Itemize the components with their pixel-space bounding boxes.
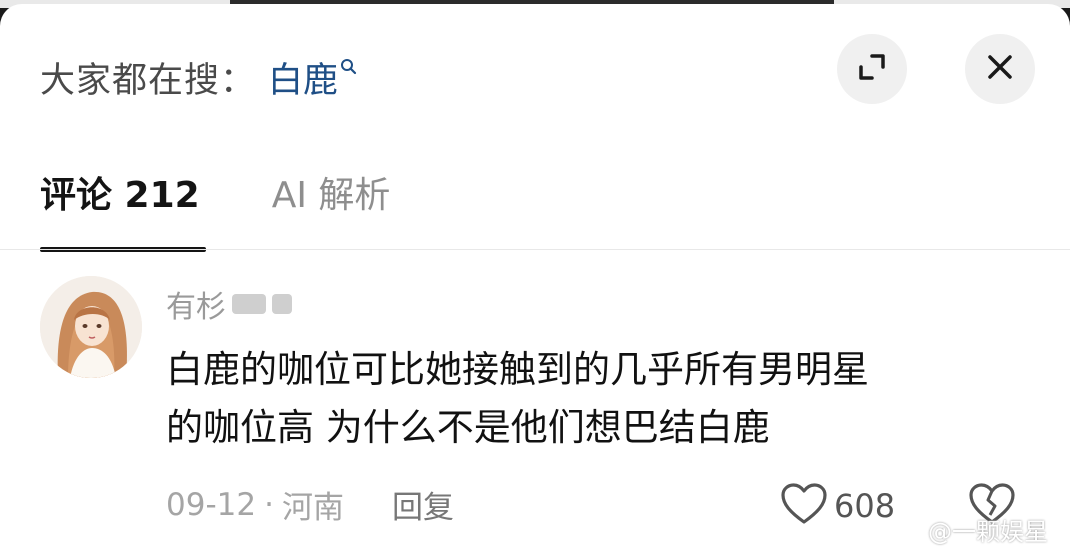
watermark-text: @一颗娱星 [928, 518, 1048, 546]
comment-line: 的咖位高 为什么不是他们想巴结白鹿 [166, 406, 770, 449]
comment-line: 白鹿的咖位可比她接触到的几乎所有男明星 [166, 348, 869, 391]
meta-separator: · [264, 486, 274, 523]
comment-location: 河南 [281, 490, 344, 526]
avatar[interactable] [40, 276, 142, 378]
tab-bar: 评论 212 AI 解析 [40, 166, 391, 252]
comment-meta: 09-12 · 河南 回复 [166, 482, 454, 527]
username-text: 有杉 [166, 290, 226, 325]
heart-icon [780, 482, 828, 530]
comment-sheet: 大家都在搜： 白鹿 评论 212 AI 解析 有杉 白鹿的咖位可比她接触到的几乎… [0, 4, 1070, 554]
trending-search[interactable]: 大家都在搜： 白鹿 [40, 52, 358, 103]
close-button[interactable] [965, 34, 1035, 104]
comment-body: 白鹿的咖位可比她接触到的几乎所有男明星 的咖位高 为什么不是他们想巴结白鹿 [166, 341, 1006, 457]
like-button[interactable]: 608 [780, 482, 895, 530]
search-icon [340, 58, 358, 76]
username-redaction [272, 294, 292, 314]
close-icon [985, 52, 1015, 86]
trending-search-term[interactable]: 白鹿 [268, 52, 338, 103]
tab-ai-analysis[interactable]: AI 解析 [272, 166, 391, 246]
comment-username[interactable]: 有杉 [166, 282, 292, 326]
reply-button[interactable]: 回复 [392, 482, 454, 527]
comment-date: 09-12 [166, 486, 257, 523]
like-count: 608 [834, 487, 896, 525]
trending-search-prefix: 大家都在搜： [40, 61, 257, 101]
tab-ai-label: AI 解析 [271, 175, 391, 216]
tab-comments-label: 评论 212 [40, 175, 200, 216]
expand-icon [855, 50, 889, 88]
expand-button[interactable] [837, 34, 907, 104]
username-redaction [232, 294, 266, 314]
tab-comments[interactable]: 评论 212 [40, 166, 206, 252]
watermark: @一颗娱星 [900, 512, 1048, 547]
weibo-logo-icon [900, 516, 924, 544]
divider [0, 249, 1070, 250]
